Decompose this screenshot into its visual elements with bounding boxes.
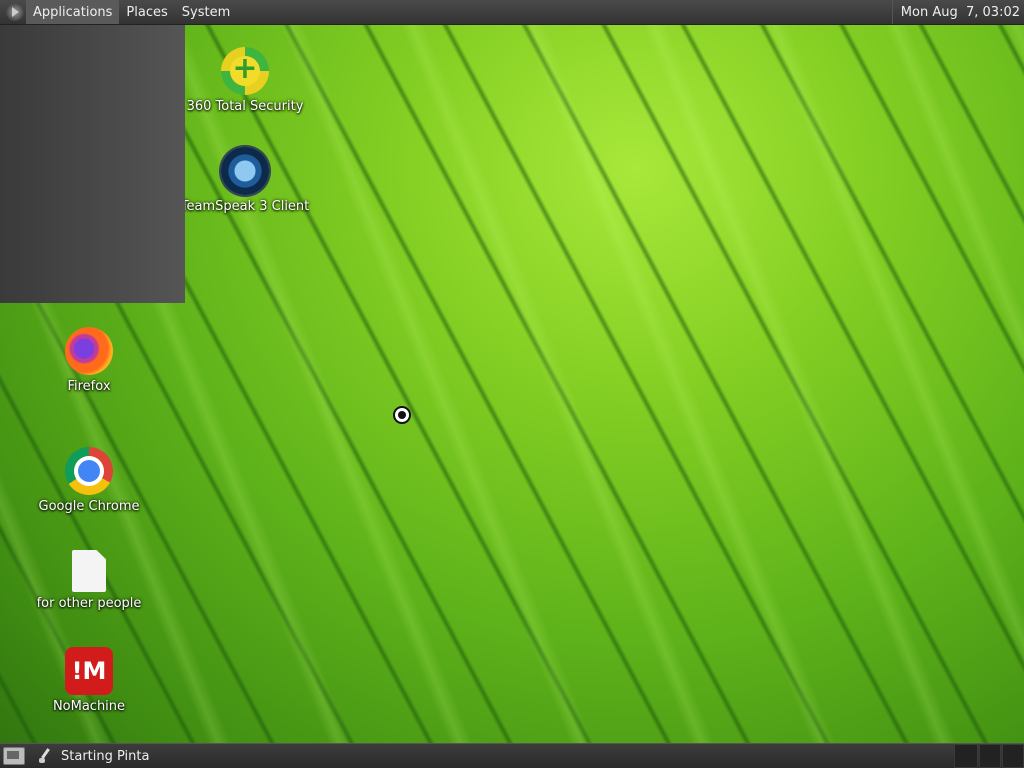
desktop-icon-nomachine[interactable]: !M NoMachine — [24, 647, 154, 714]
applications-dropdown[interactable] — [0, 25, 185, 303]
top-panel: Applications Places System Mon Aug 7, 03… — [0, 0, 1024, 25]
workspace-switcher[interactable] — [953, 744, 1024, 768]
applications-menu[interactable]: Applications — [26, 0, 120, 24]
firefox-icon — [65, 327, 113, 375]
360-total-security-icon — [221, 47, 269, 95]
desktop-icon-label: TeamSpeak 3 Client — [180, 199, 310, 214]
workspace-2[interactable] — [979, 744, 1001, 768]
desktop-icon-label: Google Chrome — [38, 499, 140, 514]
desktop-icon-label: 360 Total Security — [186, 99, 304, 114]
desktop-icon-google-chrome[interactable]: Google Chrome — [24, 447, 154, 514]
desktop-icon-label: NoMachine — [52, 699, 126, 714]
document-icon — [72, 550, 106, 592]
taskbar-item-label: Starting Pinta — [61, 748, 150, 764]
desktop-icon-360-total-security[interactable]: 360 Total Security — [180, 47, 310, 114]
desktop-icon-firefox[interactable]: Firefox — [24, 327, 154, 394]
desktop-icon-label: for other people — [36, 596, 142, 611]
bottom-panel: Starting Pinta — [0, 743, 1024, 768]
desktop-icon-label: Firefox — [67, 379, 111, 394]
pinta-brush-icon — [37, 748, 53, 764]
places-menu[interactable]: Places — [119, 0, 174, 24]
taskbar-item-starting-pinta[interactable]: Starting Pinta — [37, 748, 149, 764]
show-desktop-icon[interactable] — [3, 747, 25, 765]
nomachine-icon: !M — [65, 647, 113, 695]
busy-cursor-icon — [393, 406, 411, 424]
desktop-icon-teamspeak[interactable]: TeamSpeak 3 Client — [180, 147, 310, 214]
workspace-1[interactable] — [954, 744, 978, 768]
clock[interactable]: Mon Aug 7, 03:02 — [891, 0, 1024, 24]
workspace-3[interactable] — [1002, 744, 1024, 768]
desktop-icon-for-other-people[interactable]: for other people — [24, 550, 154, 611]
system-menu[interactable]: System — [175, 0, 237, 24]
teamspeak-icon — [221, 147, 269, 195]
chrome-icon — [65, 447, 113, 495]
distro-logo-icon[interactable] — [6, 3, 24, 21]
